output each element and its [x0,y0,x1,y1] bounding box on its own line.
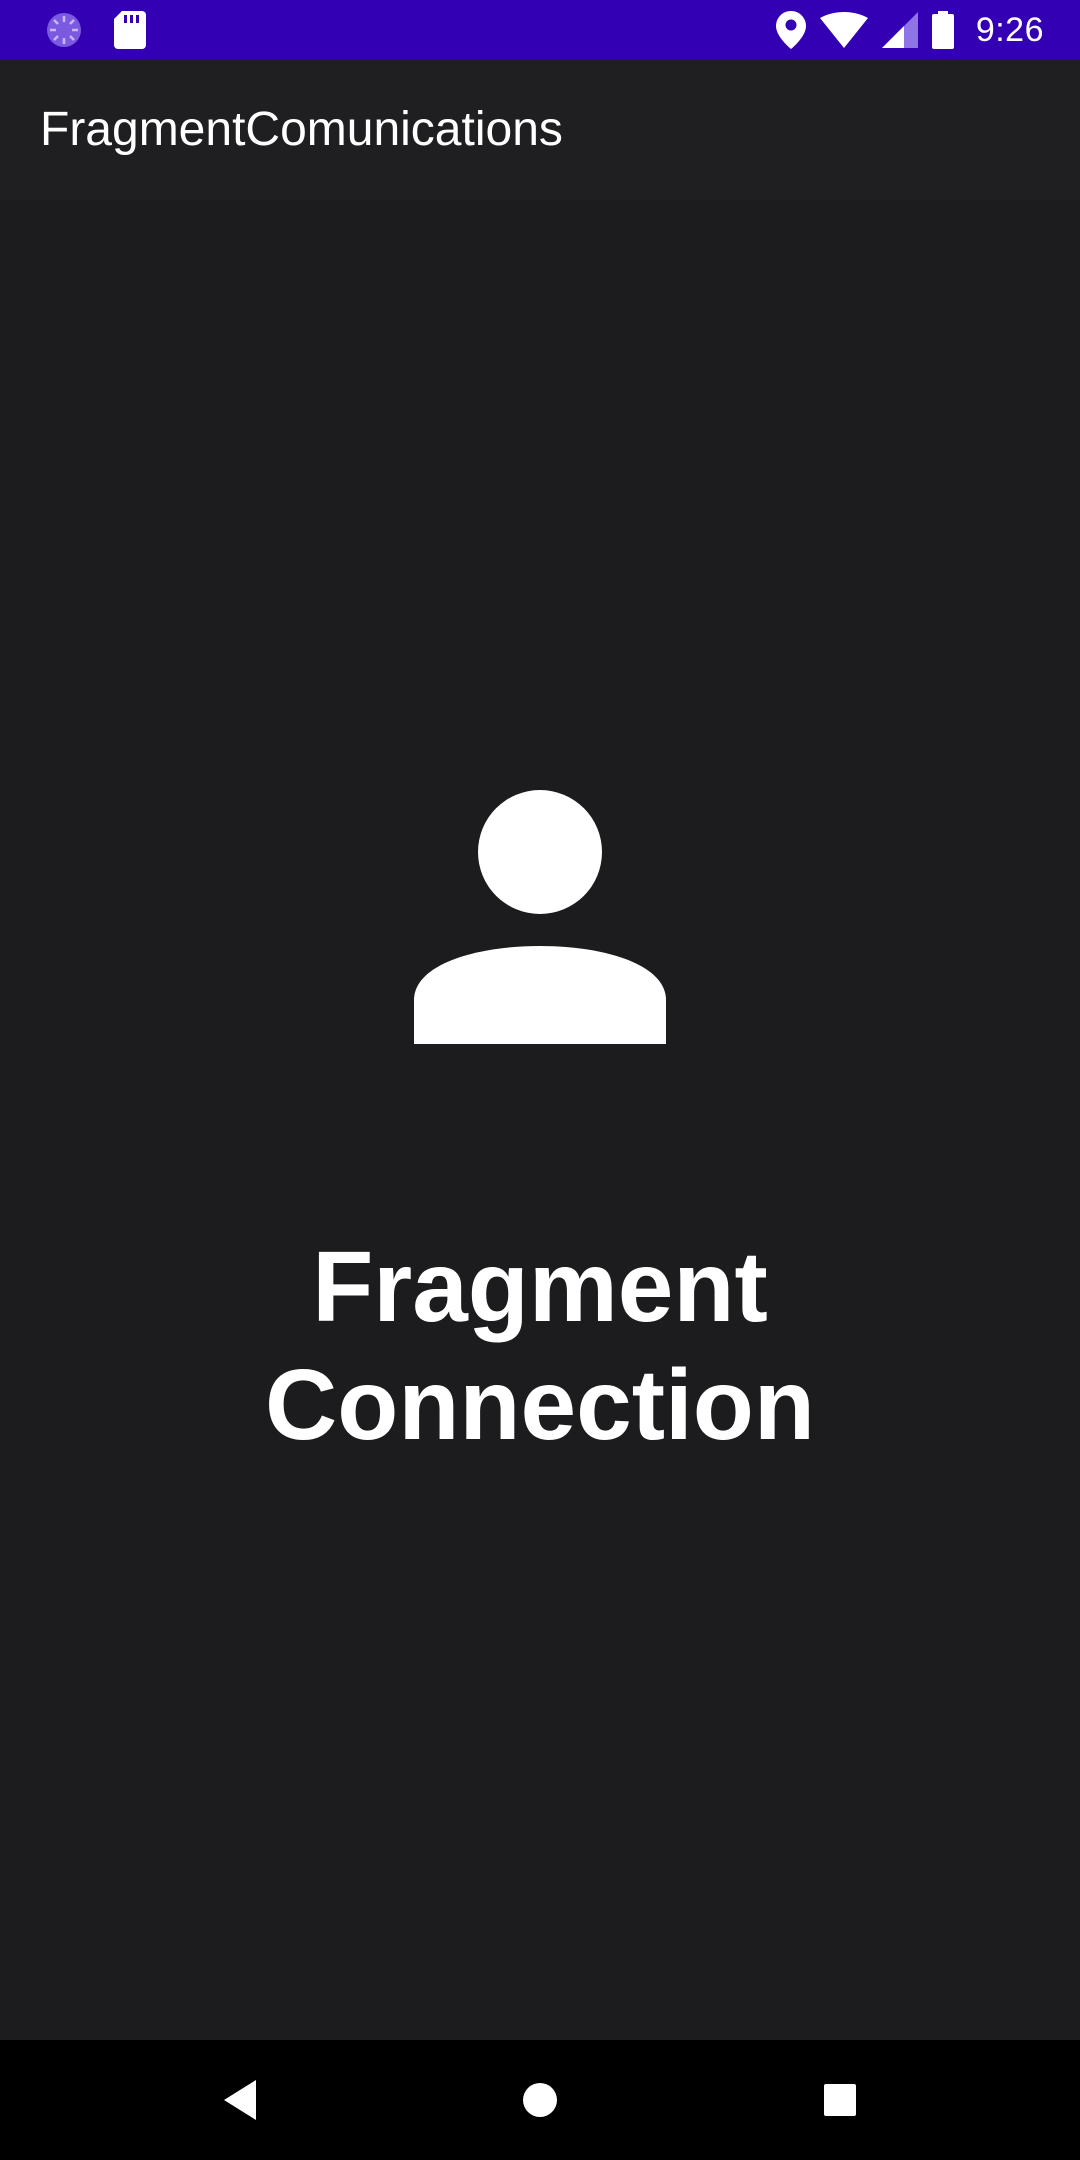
heading-line-1: Fragment [312,1231,768,1343]
app-title: FragmentComunications [40,103,563,156]
sd-card-icon [114,11,146,49]
main-content [0,200,1080,2040]
fragment-connection-heading: Fragment Connection [0,1228,1080,1464]
cellular-signal-icon [881,12,918,48]
status-left-icons [44,10,146,50]
heading-line-2: Connection [265,1349,815,1461]
back-icon[interactable] [210,2070,270,2130]
status-clock: 9:26 [975,10,1044,49]
home-icon[interactable] [510,2070,570,2130]
person-icon [414,790,666,1044]
app-bar: FragmentComunications [0,60,1080,200]
location-pin-icon [775,11,806,49]
recents-icon[interactable] [810,2070,870,2130]
loading-spinner-icon [47,13,81,47]
navigation-bar [0,2040,1080,2160]
battery-icon [931,11,954,49]
wifi-icon [819,12,868,48]
status-right-icons: 9:26 [775,6,1044,54]
status-bar: 9:26 [0,0,1080,60]
